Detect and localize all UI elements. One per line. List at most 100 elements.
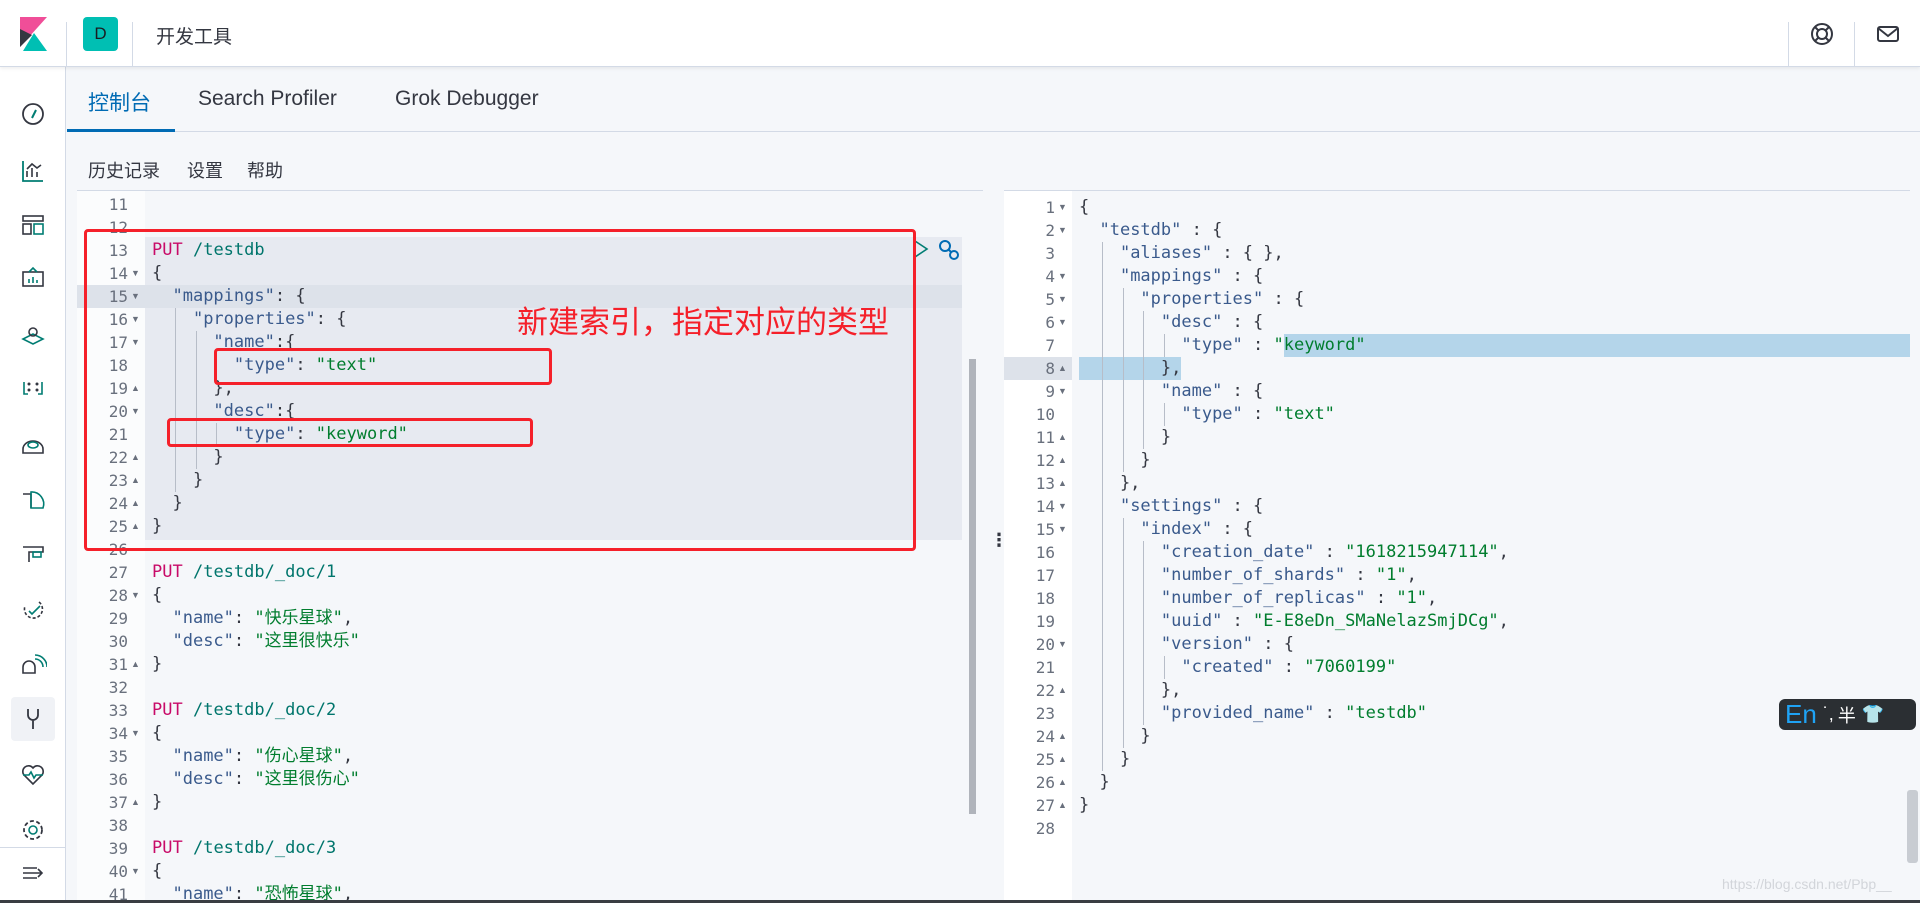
code-text: } [1079, 795, 1090, 815]
request-scrollbar[interactable] [969, 359, 976, 814]
nav-discover-icon[interactable] [19, 100, 47, 128]
code-line: 16 "creation_date" : "1618215947114", [1004, 541, 1910, 564]
fold-down-icon[interactable]: ▼ [1058, 380, 1067, 403]
line-number: 31 [108, 655, 128, 674]
nav-metrics-icon[interactable] [19, 431, 47, 459]
nav-siem-icon[interactable] [19, 651, 47, 679]
fold-down-icon[interactable]: ▼ [131, 400, 140, 423]
fold-down-icon[interactable]: ▼ [1058, 196, 1067, 219]
fold-down-icon[interactable]: ▼ [1058, 495, 1067, 518]
nav-uptime-icon[interactable] [19, 596, 47, 624]
line-number: 12 [108, 218, 128, 237]
line-number: 16 [1035, 543, 1055, 562]
wrench-icon[interactable] [937, 238, 961, 262]
nav-apm-icon[interactable] [19, 540, 47, 568]
code-line: 4 ▼ "mappings" : { [1004, 265, 1910, 288]
code-text: } [152, 516, 163, 536]
fold-down-icon[interactable]: ▼ [1058, 265, 1067, 288]
tab-grok-debugger[interactable]: Grok Debugger [395, 87, 539, 111]
fold-down-icon[interactable]: ▼ [131, 331, 140, 354]
help-lifebuoy-icon[interactable] [1808, 20, 1836, 48]
fold-down-icon[interactable]: ▼ [131, 308, 140, 331]
menu-settings[interactable]: 设置 [187, 157, 223, 183]
code-line: 28 [1004, 817, 1910, 840]
nav-machine-learning-icon[interactable] [19, 375, 47, 403]
code-text: { [152, 585, 163, 605]
tab-console[interactable]: 控制台 [88, 87, 151, 117]
fold-up-icon[interactable]: ▲ [131, 653, 140, 676]
line-number: 40 [108, 862, 128, 881]
fold-up-icon[interactable]: ▲ [1058, 449, 1067, 472]
fold-up-icon[interactable]: ▲ [1058, 748, 1067, 771]
fold-down-icon[interactable]: ▼ [131, 262, 140, 285]
fold-down-icon[interactable]: ▼ [131, 722, 140, 745]
fold-up-icon[interactable]: ▲ [131, 791, 140, 814]
fold-down-icon[interactable]: ▼ [1058, 219, 1067, 242]
line-number: 15 [1035, 520, 1055, 539]
fold-up-icon[interactable]: ▲ [131, 492, 140, 515]
nav-canvas-icon[interactable] [19, 264, 47, 292]
response-editor[interactable]: 1 ▼{2 ▼ "testdb" : {3 "aliases" : { }, 4 ▼ "… [1004, 190, 1910, 903]
code-line: 33 PUT /testdb/_doc/2 [77, 699, 983, 722]
code-text: PUT /testdb/_doc/1 [152, 562, 337, 582]
code-text: "name": "伤心星球", [172, 746, 354, 766]
code-text: PUT /testdb/_doc/2 [152, 700, 337, 720]
mail-icon[interactable] [1874, 20, 1902, 48]
collapse-menu-icon[interactable] [19, 859, 47, 887]
fold-up-icon[interactable]: ▲ [1058, 472, 1067, 495]
code-line: 11 ▲ } [1004, 426, 1910, 449]
code-line: 20 ▼ "version" : { [1004, 633, 1910, 656]
fold-up-icon[interactable]: ▲ [1058, 426, 1067, 449]
fold-up-icon[interactable]: ▲ [1058, 794, 1067, 817]
ime-punct: ˙, [1822, 704, 1834, 724]
fold-up-icon[interactable]: ▲ [1058, 771, 1067, 794]
fold-up-icon[interactable]: ▲ [131, 377, 140, 400]
code-line: 27 ▲} [1004, 794, 1910, 817]
fold-down-icon[interactable]: ▼ [1058, 311, 1067, 334]
nav-dev-tools-icon[interactable] [19, 705, 47, 733]
nav-divider [0, 847, 66, 848]
fold-down-icon[interactable]: ▼ [1058, 288, 1067, 311]
ime-status-widget[interactable]: En ˙, 半 👕 [1779, 699, 1916, 730]
fold-down-icon[interactable]: ▼ [1058, 518, 1067, 541]
nav-maps-icon[interactable] [19, 321, 47, 349]
ime-width: 半 [1837, 705, 1856, 726]
play-icon[interactable] [913, 239, 929, 259]
fold-down-icon[interactable]: ▼ [131, 285, 140, 308]
fold-up-icon[interactable]: ▲ [131, 469, 140, 492]
nav-monitoring-icon[interactable] [19, 760, 47, 788]
line-number: 27 [1035, 796, 1055, 815]
fold-up-icon[interactable]: ▲ [1058, 679, 1067, 702]
code-text: }, [152, 378, 234, 398]
code-line: 25 ▲ } [1004, 748, 1910, 771]
line-number: 17 [1035, 566, 1055, 585]
code-text: }, [1079, 473, 1141, 493]
code-text: { [152, 723, 163, 743]
code-text: "number_of_replicas" : "1", [1160, 588, 1438, 608]
code-text: } [152, 493, 183, 513]
fold-down-icon[interactable]: ▼ [131, 584, 140, 607]
code-text: "desc": "这里很快乐" [172, 631, 360, 651]
fold-up-icon[interactable]: ▲ [131, 446, 140, 469]
fold-up-icon[interactable]: ▲ [131, 515, 140, 538]
line-number: 11 [1035, 428, 1055, 447]
nav-management-icon[interactable] [19, 816, 47, 844]
nav-visualize-icon[interactable] [19, 157, 47, 185]
nav-logs-icon[interactable] [19, 486, 47, 514]
nav-dashboard-icon[interactable] [19, 211, 47, 239]
tab-search-profiler[interactable]: Search Profiler [198, 87, 337, 111]
space-avatar[interactable]: D [83, 17, 118, 51]
menu-history[interactable]: 历史记录 [88, 157, 160, 183]
fold-down-icon[interactable]: ▼ [1058, 633, 1067, 656]
code-text: "name":{ [213, 332, 296, 352]
fold-down-icon[interactable]: ▼ [131, 860, 140, 883]
code-line: 12 ▲ } [1004, 449, 1910, 472]
menu-help[interactable]: 帮助 [247, 157, 283, 183]
side-scroll-widget[interactable] [1907, 790, 1918, 863]
kibana-logo[interactable] [20, 17, 47, 51]
code-text: "version" : { [1160, 634, 1294, 654]
fold-up-icon[interactable]: ▲ [1058, 725, 1067, 748]
fold-up-icon[interactable]: ▲ [1058, 357, 1067, 380]
line-number: 24 [1035, 727, 1055, 746]
code-line: 15 ▼ "index" : { [1004, 518, 1910, 541]
